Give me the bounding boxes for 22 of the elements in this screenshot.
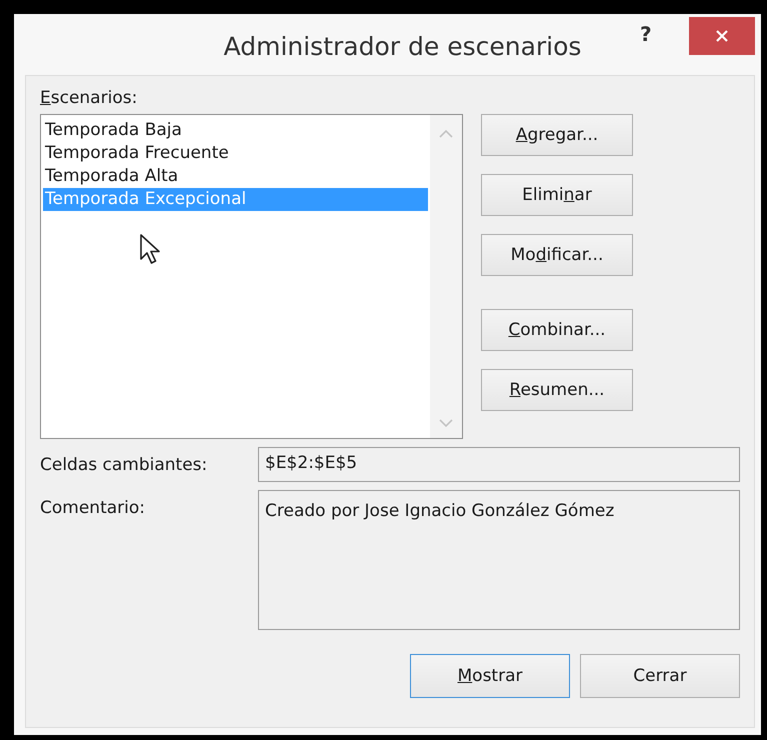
close-button[interactable]: [689, 17, 755, 55]
scroll-up-icon[interactable]: [439, 129, 453, 139]
field-label: Comentario:: [40, 497, 146, 520]
scenario-item[interactable]: Temporada Frecuente: [43, 142, 428, 165]
scenarios-list[interactable]: Temporada Baja Temporada Frecuente Temporada Alta Temporada Excepcional: [40, 114, 463, 439]
scenario-item[interactable]: Temporada Baja: [43, 119, 428, 142]
changing-cells-field[interactable]: $E$2:$E$5: [258, 447, 740, 482]
dialog-button[interactable]: Cerrar: [580, 654, 740, 698]
dialog-button[interactable]: Modificar...: [481, 234, 633, 276]
window-title: Administrador de escenarios: [222, 32, 582, 61]
dialog-button[interactable]: Combinar...: [481, 309, 633, 351]
close-icon: [715, 29, 729, 43]
help-button[interactable]: ?: [640, 22, 652, 46]
scenario-item[interactable]: Temporada Alta: [43, 165, 428, 188]
comment-field[interactable]: Creado por Jose Ignacio González Gómez: [258, 490, 740, 630]
dialog-button[interactable]: Resumen...: [481, 369, 633, 411]
field-label: Celdas cambiantes:: [40, 454, 208, 477]
dialog-button[interactable]: Agregar...: [481, 114, 633, 156]
scroll-down-icon[interactable]: [439, 418, 453, 428]
dialog-button[interactable]: Mostrar: [410, 654, 570, 698]
scenarios-label: Escenarios:: [40, 88, 138, 108]
dialog-button[interactable]: Eliminar: [481, 174, 633, 216]
